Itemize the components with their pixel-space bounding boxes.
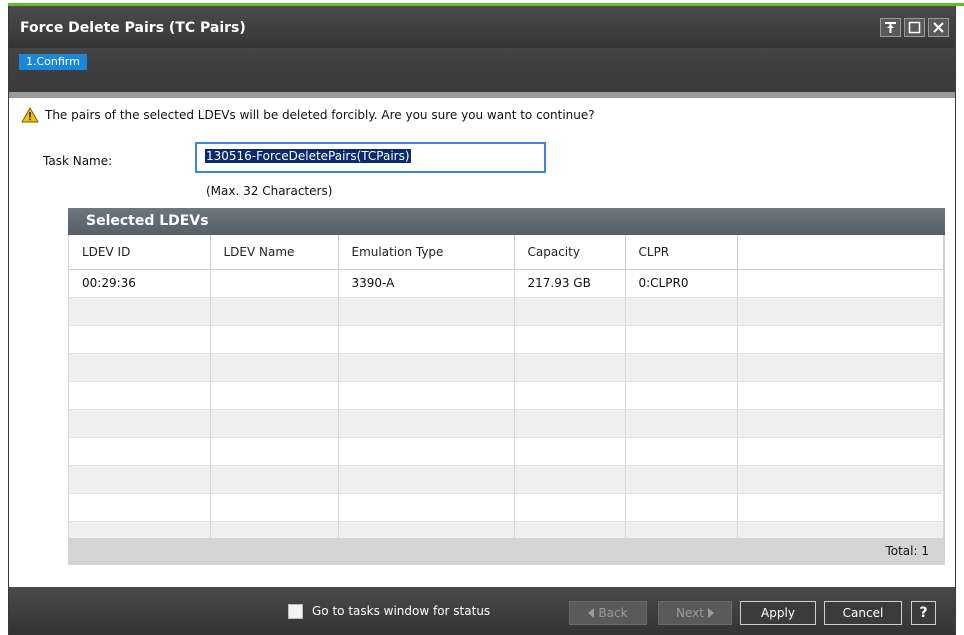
cancel-button[interactable]: Cancel (824, 601, 902, 625)
back-button[interactable]: Back (569, 601, 647, 625)
empty-row (69, 437, 944, 466)
step-confirm[interactable]: 1.Confirm (19, 54, 87, 70)
cell-clpr: 0:CLPR0 (625, 269, 738, 298)
column-header-ldev-name[interactable]: LDEV Name (210, 235, 339, 270)
go-to-tasks-label[interactable]: Go to tasks window for status (312, 604, 490, 618)
total-value: 1 (921, 544, 929, 558)
task-name-hint: (Max. 32 Characters) (206, 184, 333, 198)
column-header-filler (737, 235, 944, 270)
warning-text: The pairs of the selected LDEVs will be … (45, 108, 595, 122)
window-title: Force Delete Pairs (TC Pairs) (20, 20, 246, 36)
pin-icon[interactable] (880, 18, 901, 37)
warning-icon (21, 107, 39, 123)
empty-row (69, 465, 944, 494)
column-header-emulation-type[interactable]: Emulation Type (338, 235, 515, 270)
chevron-right-icon (707, 608, 714, 618)
column-header-clpr[interactable]: CLPR (625, 235, 738, 270)
total-label: Total: (885, 544, 918, 558)
warning-message: The pairs of the selected LDEVs will be … (21, 107, 595, 123)
selected-ldevs-panel: Selected LDEVs LDEV ID LDEV Name Emulati… (68, 208, 945, 565)
table-row[interactable]: 00:29:36 3390-A 217.93 GB 0:CLPR0 (69, 269, 944, 298)
cell-ldev-id: 00:29:36 (69, 269, 211, 298)
window-controls (880, 18, 949, 37)
wizard-step-bar: 1.Confirm (9, 48, 955, 92)
step-bar-divider (9, 92, 955, 98)
task-name-value[interactable]: 130516-ForceDeletePairs(TCPairs) (205, 149, 411, 163)
column-header-capacity[interactable]: Capacity (514, 235, 626, 270)
column-header-ldev-id[interactable]: LDEV ID (69, 235, 211, 270)
dialog-footer: Go to tasks window for status Back Next … (9, 587, 955, 635)
empty-row (69, 521, 944, 538)
table-header-row: LDEV ID LDEV Name Emulation Type Capacit… (69, 235, 944, 270)
chevron-left-icon (588, 608, 595, 618)
cell-ldev-name (210, 269, 339, 298)
maximize-icon[interactable] (904, 18, 925, 37)
empty-row (69, 353, 944, 382)
ldev-table: LDEV ID LDEV Name Emulation Type Capacit… (69, 235, 944, 538)
cell-filler (737, 269, 944, 298)
empty-row (69, 325, 944, 354)
dialog-window: Force Delete Pairs (TC Pairs) 1.Confirm … (8, 6, 956, 635)
cell-capacity: 217.93 GB (514, 269, 626, 298)
apply-button[interactable]: Apply (740, 601, 816, 625)
title-bar: Force Delete Pairs (TC Pairs) (9, 6, 955, 48)
total-count: Total: 1 (885, 544, 929, 558)
empty-row (69, 493, 944, 522)
close-icon[interactable] (928, 18, 949, 37)
back-button-label: Back (598, 606, 628, 620)
task-name-input[interactable]: 130516-ForceDeletePairs(TCPairs) (195, 142, 546, 173)
table-title: Selected LDEVs (68, 208, 945, 235)
task-name-label: Task Name: (43, 154, 113, 168)
help-button[interactable]: ? (911, 601, 936, 625)
next-button-label: Next (676, 606, 704, 620)
empty-row (69, 409, 944, 438)
empty-row (69, 297, 944, 326)
empty-row (69, 381, 944, 410)
table-footer: Total: 1 (68, 538, 945, 565)
cell-emulation-type: 3390-A (338, 269, 515, 298)
go-to-tasks-checkbox[interactable] (288, 604, 303, 619)
next-button[interactable]: Next (658, 601, 732, 625)
